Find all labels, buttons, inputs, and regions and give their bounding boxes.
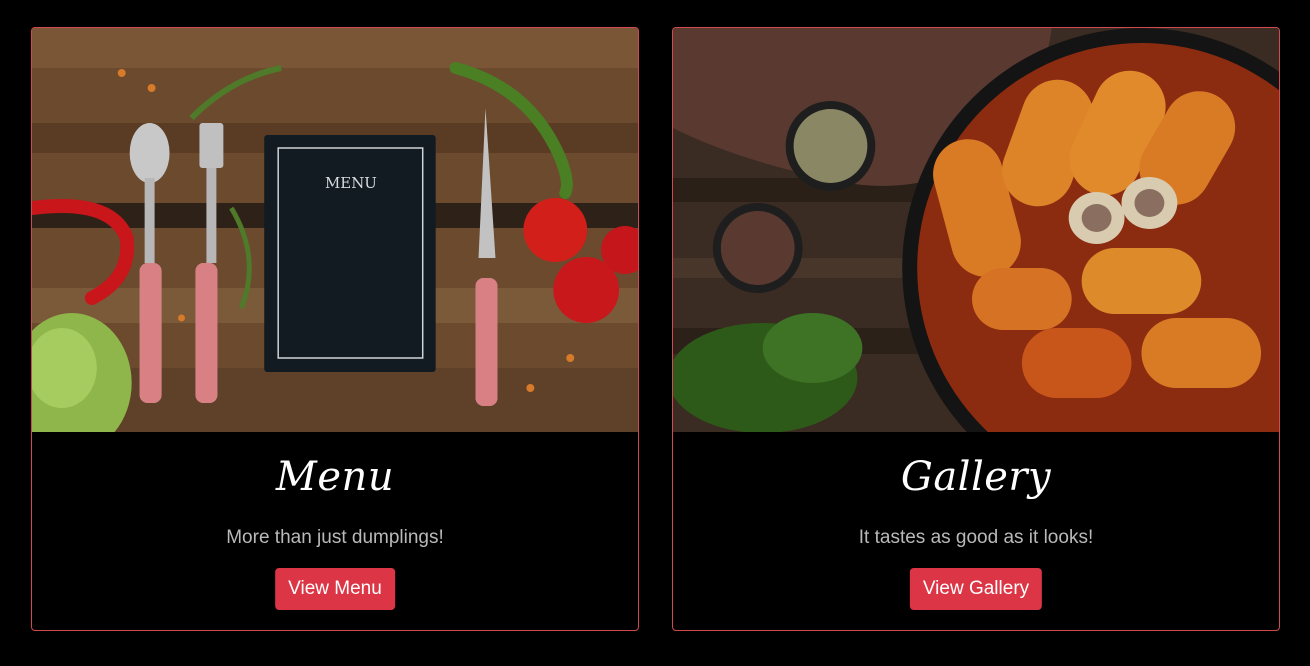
menu-board-text: MENU [325, 174, 377, 192]
gallery-description: It tastes as good as it looks! [858, 527, 1094, 548]
menu-image: MENU [32, 28, 638, 432]
menu-card-body: Menu More than just dumplings! View Menu [32, 432, 638, 630]
menu-description: More than just dumplings! [226, 527, 444, 548]
gallery-card-body: Gallery It tastes as good as it looks! V… [673, 432, 1279, 630]
menu-title: Menu [275, 454, 395, 500]
gallery-image [673, 28, 1279, 432]
view-gallery-button[interactable]: View Gallery [909, 568, 1043, 610]
gallery-card: Gallery It tastes as good as it looks! V… [672, 27, 1280, 631]
view-menu-button[interactable]: View Menu [275, 568, 395, 610]
gallery-title: Gallery [900, 454, 1052, 500]
menu-card: MENU Menu More than just dumplings! View… [31, 27, 639, 631]
